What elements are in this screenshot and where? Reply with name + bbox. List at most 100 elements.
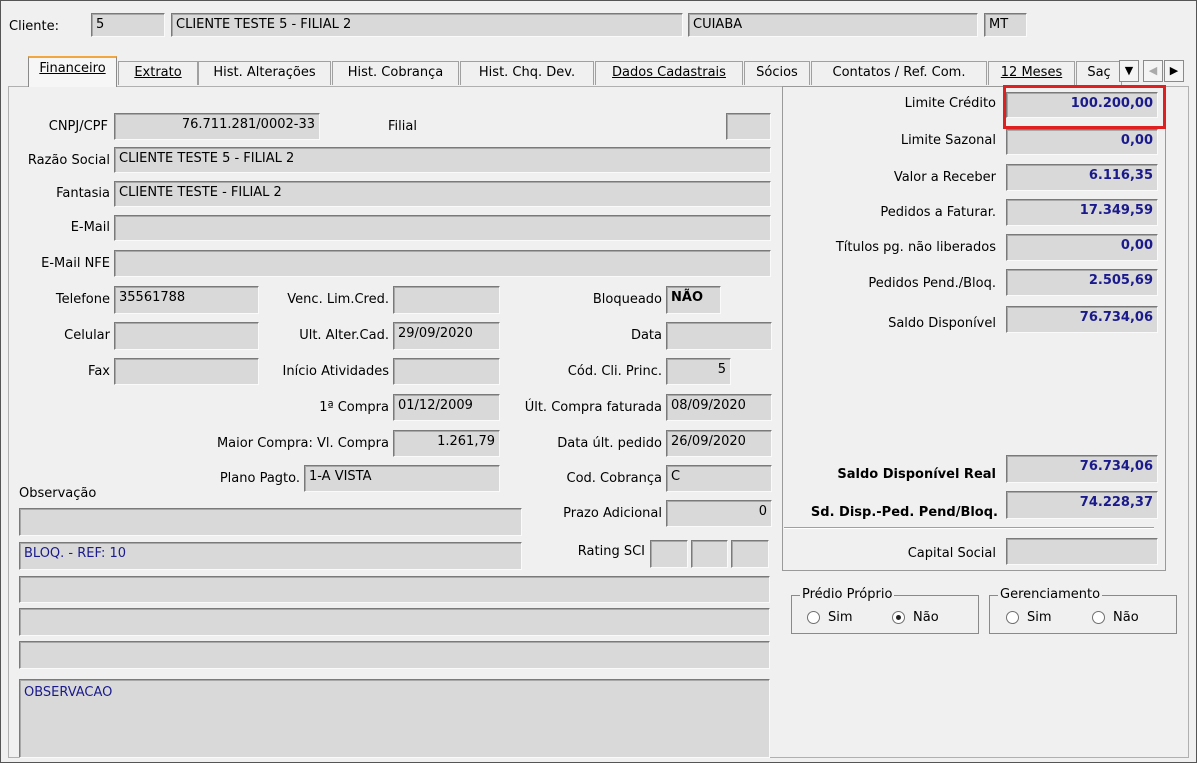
fax-field[interactable] [114,358,259,385]
fantasia-field[interactable]: CLIENTE TESTE - FILIAL 2 [114,181,771,207]
limite-sazonal-field[interactable]: 0,00 [1006,129,1158,155]
ult-compra-faturada-label: Últ. Compra faturada [524,400,662,415]
tab-contatos[interactable]: Contatos / Ref. Com. [811,61,987,85]
cliente-code-field[interactable]: 5 [91,13,165,37]
tab-financeiro[interactable]: Financeiro [28,56,117,87]
razao-social-field[interactable]: CLIENTE TESTE 5 - FILIAL 2 [114,147,771,173]
maior-compra-field[interactable]: 1.261,79 [393,430,500,457]
observacao-memo[interactable]: OBSERVACAO [19,679,770,758]
cod-cobranca-field[interactable]: C [666,465,772,492]
tab-dropdown-button[interactable]: ▼ [1119,60,1139,82]
cnpj-field[interactable]: 76.711.281/0002-33 [114,113,320,140]
tab-dados-cadastrais[interactable]: Dados Cadastrais [595,61,743,85]
tab-hist-alteracoes[interactable]: Hist. Alterações [198,61,331,85]
gerenciamento-sim-radio[interactable] [1006,611,1019,624]
filial-label: Filial [388,119,417,134]
ult-alter-cad-label: Ult. Alter.Cad. [299,328,389,343]
data-ult-pedido-field[interactable]: 26/09/2020 [666,430,772,457]
prazo-adicional-field[interactable]: 0 [666,500,772,527]
observacao-line-2[interactable]: BLOQ. - REF: 10 [19,542,522,570]
titulos-nao-liberados-field[interactable]: 0,00 [1006,234,1158,261]
sd-disp-ped-field[interactable]: 74.228,37 [1006,491,1158,519]
valor-receber-field[interactable]: 6.116,35 [1006,164,1158,191]
valor-receber-label: Valor a Receber [893,170,996,185]
cliente-label: Cliente: [9,19,60,34]
tab-dados-cadastrais-label: Dados Cadastrais [612,65,726,80]
venc-lim-cred-field[interactable] [393,286,500,314]
chevron-down-icon: ▼ [1124,64,1134,77]
predio-sim-radio[interactable] [807,611,820,624]
tab-sac[interactable]: Saç [1076,61,1122,85]
ult-alter-cad-field[interactable]: 29/09/2020 [393,322,500,350]
tab-socios-label: Sócios [756,65,798,80]
predio-proprio-title: Prédio Próprio [800,587,895,603]
telefone-label: Telefone [55,292,110,307]
limite-sazonal-label: Limite Sazonal [900,133,996,148]
pedidos-pend-bloq-field[interactable]: 2.505,69 [1006,269,1158,296]
tab-hist-cobranca[interactable]: Hist. Cobrança [332,61,459,85]
primeira-compra-field[interactable]: 01/12/2009 [393,394,500,421]
saldo-disponivel-field[interactable]: 76.734,06 [1006,306,1158,333]
observacao-label: Observação [19,486,97,501]
rating-sci-field-2[interactable] [691,540,728,568]
cliente-name-field[interactable]: CLIENTE TESTE 5 - FILIAL 2 [171,13,683,37]
prazo-adicional-label: Prazo Adicional [563,506,662,521]
cod-cli-princ-field[interactable]: 5 [666,358,731,385]
observacao-line-3[interactable] [19,576,770,603]
tab-extrato-label: Extrato [134,65,182,80]
inicio-atividades-label: Início Atividades [282,364,389,379]
celular-label: Celular [64,328,110,343]
rating-sci-field-3[interactable] [731,540,769,568]
celular-field[interactable] [114,322,259,350]
tab-scroll-left-button[interactable]: ◀ [1143,60,1163,82]
credit-divider [784,527,1154,529]
bloqueado-field[interactable]: NÃO [666,286,721,314]
observacao-line-1[interactable] [19,508,522,536]
limite-credito-label: Limite Crédito [904,96,996,111]
pedidos-faturar-label: Pedidos a Faturar. [880,205,996,220]
observacao-line-4[interactable] [19,608,770,636]
tab-hist-cobranca-label: Hist. Cobrança [347,65,444,80]
predio-nao-radio[interactable] [892,611,905,624]
gerenciamento-nao-label: Não [1113,610,1139,625]
tab-financeiro-label: Financeiro [39,61,106,76]
tab-socios[interactable]: Sócios [744,61,810,85]
saldo-disponivel-label: Saldo Disponível [888,316,996,331]
cliente-city-field[interactable]: CUIABA [688,13,978,37]
saldo-disponivel-real-label: Saldo Disponível Real [837,467,996,482]
ult-compra-faturada-field[interactable]: 08/09/2020 [666,394,772,421]
fantasia-label: Fantasia [56,186,110,201]
tab-hist-chq-dev[interactable]: Hist. Chq. Dev. [460,61,594,85]
gerenciamento-sim-label: Sim [1027,610,1052,625]
pedidos-faturar-field[interactable]: 17.349,59 [1006,199,1158,226]
saldo-disponivel-real-field[interactable]: 76.734,06 [1006,455,1158,483]
email-nfe-field[interactable] [114,250,771,277]
telefone-field[interactable]: 35561788 [114,286,259,314]
tab-scroll-right-button[interactable]: ▶ [1164,60,1184,82]
email-nfe-label: E-Mail NFE [41,256,110,271]
rating-sci-field-1[interactable] [650,540,688,568]
venc-lim-cred-label: Venc. Lim.Cred. [287,292,389,307]
gerenciamento-nao-radio[interactable] [1092,611,1105,624]
gerenciamento-title: Gerenciamento [998,587,1103,603]
tab-extrato[interactable]: Extrato [118,61,198,85]
capital-social-label: Capital Social [907,546,996,561]
plano-pagto-field[interactable]: 1-A VISTA [304,465,500,492]
data-label: Data [630,328,662,343]
chevron-left-icon: ◀ [1148,64,1158,77]
data-field[interactable] [666,322,772,350]
email-label: E-Mail [70,220,110,235]
email-field[interactable] [114,215,771,241]
data-ult-pedido-label: Data últ. pedido [557,436,662,451]
maior-compra-label: Maior Compra: Vl. Compra [216,436,389,451]
filial-field[interactable] [726,113,771,140]
cliente-state-field[interactable]: MT [984,13,1027,37]
capital-social-field[interactable] [1006,538,1158,565]
cod-cli-princ-label: Cód. Cli. Princ. [567,364,662,379]
bloqueado-label: Bloqueado [592,292,662,307]
tab-12-meses[interactable]: 12 Meses [988,61,1075,85]
tab-12-meses-label: 12 Meses [1000,65,1063,80]
observacao-line-5[interactable] [19,641,770,669]
inicio-atividades-field[interactable] [393,358,500,385]
chevron-right-icon: ▶ [1169,64,1179,77]
